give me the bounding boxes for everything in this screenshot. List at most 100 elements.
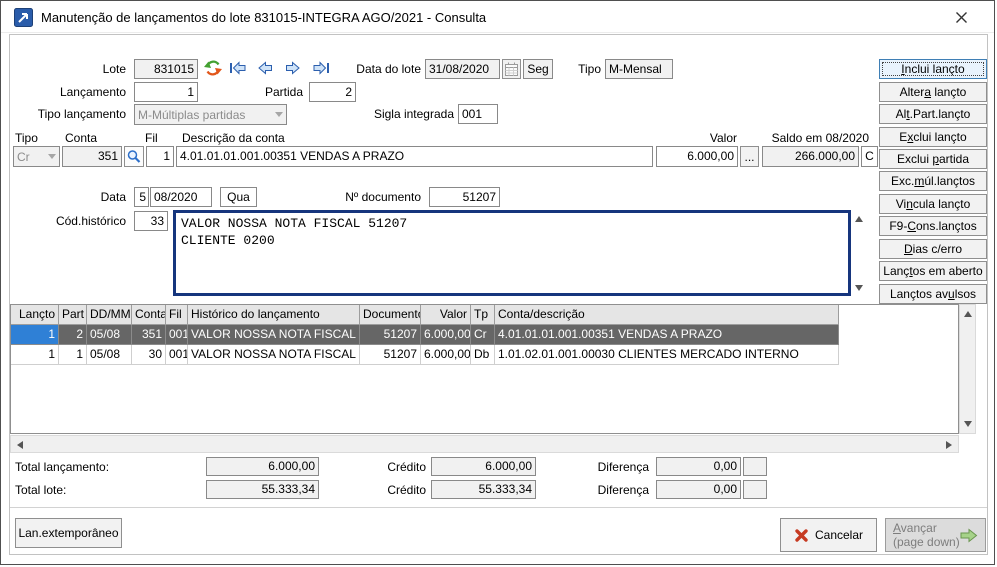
conta-valor-header: Valor <box>661 128 737 148</box>
previous-record-icon <box>257 60 273 76</box>
vincula-lancto-button[interactable]: Vincula lançto <box>879 194 987 214</box>
diferenca-label: Diferença <box>581 457 649 477</box>
valor-field[interactable]: 6.000,00 <box>656 146 738 167</box>
historico-scroll-down-button[interactable] <box>852 282 866 294</box>
table-row[interactable]: 1 1 05/08 30 001 VALOR NOSSA NOTA FISCAL… <box>11 345 958 365</box>
cell-documento: 51207 <box>360 345 421 365</box>
cell-ddmm: 05/08 <box>87 325 132 345</box>
nav-next-button[interactable] <box>283 59 303 77</box>
conta-tipo-dropdown[interactable]: Cr <box>13 146 60 167</box>
refresh-button[interactable] <box>202 57 224 79</box>
button-label: Exclui partida <box>897 152 969 166</box>
scroll-down-icon <box>964 421 972 427</box>
cod-historico-label: Cód.histórico <box>41 211 126 231</box>
descricao-conta-field[interactable]: 4.01.01.01.001.00351 VENDAS A PRAZO <box>176 146 653 167</box>
nav-last-button[interactable] <box>311 59 331 77</box>
conta-descricao-header: Descrição da conta <box>182 128 342 148</box>
data-label: Data <box>61 187 126 207</box>
documento-label: Nº documento <box>341 187 421 207</box>
button-label: Altera lançto <box>900 85 967 99</box>
lanctos-avulsos-button[interactable]: Lançtos avulsos <box>879 284 987 304</box>
dialog-window: Manutenção de lançamentos do lote 831015… <box>0 0 995 565</box>
sigla-integrada-field[interactable]: 001 <box>458 104 498 124</box>
conta-tipo-value: Cr <box>17 148 30 166</box>
scroll-right-icon <box>946 441 952 449</box>
tipo-label: Tipo <box>561 59 601 79</box>
cell-documento: 51207 <box>360 325 421 345</box>
bottom-separator <box>10 507 987 508</box>
conta-field[interactable]: 351 <box>62 146 122 167</box>
button-label: Lan.extemporâneo <box>18 526 118 540</box>
button-label: Lançtos em aberto <box>883 264 982 278</box>
tipo-lancamento-value: M-Múltiplas partidas <box>138 106 245 124</box>
total-lote-credito-field: 55.333,34 <box>431 480 536 499</box>
dias-c-erro-button[interactable]: Dias c/erro <box>879 239 987 259</box>
nav-previous-button[interactable] <box>255 59 275 77</box>
conta-search-button[interactable] <box>124 146 144 167</box>
diferenca-cd-box <box>743 457 767 476</box>
table-horizontal-scrollbar[interactable] <box>10 435 959 453</box>
exclui-partida-button[interactable]: Exclui partida <box>879 149 987 169</box>
tipo-field[interactable]: M-Mensal <box>605 59 673 79</box>
cell-conta: 351 <box>132 325 166 345</box>
valor-ellipsis-button[interactable]: ... <box>740 146 759 167</box>
total-lancamento-debito-field: 6.000,00 <box>206 457 319 476</box>
header-conta: Conta <box>132 305 166 325</box>
cell-tp: Cr <box>471 325 495 345</box>
f9-cons-lanctos-button[interactable]: F9-Cons.lançtos <box>879 216 987 236</box>
exclui-lancto-button[interactable]: Exclui lançto <box>879 127 987 147</box>
inclui-lancto-button[interactable]: Inclui lançto <box>879 59 987 79</box>
button-label: Vincula lançto <box>896 197 971 211</box>
lancamento-label: Lançamento <box>21 82 126 102</box>
lancamento-field[interactable]: 1 <box>134 82 198 102</box>
fil-field[interactable]: 1 <box>146 146 174 167</box>
title-bar: Manutenção de lançamentos do lote 831015… <box>1 1 994 33</box>
historico-textarea[interactable]: VALOR NOSSA NOTA FISCAL 51207 CLIENTE 02… <box>173 210 851 296</box>
avancar-button[interactable]: Avançar (page down) <box>885 518 986 552</box>
altera-lancto-button[interactable]: Altera lançto <box>879 82 987 102</box>
exc-mul-lanctos-button[interactable]: Exc.múl.lançtos <box>879 171 987 191</box>
green-arrow-right-icon <box>960 528 978 543</box>
button-label: Cancelar <box>815 528 863 542</box>
cancel-x-icon <box>794 528 809 543</box>
last-record-icon <box>313 60 330 76</box>
credito-label: Crédito <box>366 480 426 500</box>
button-label: Avançar (page down) <box>893 521 960 549</box>
table-vertical-scrollbar[interactable] <box>959 304 976 434</box>
scroll-up-icon <box>964 311 972 317</box>
table-row[interactable]: 1 2 05/08 351 001 VALOR NOSSA NOTA FISCA… <box>11 325 958 345</box>
saldo-cd-box: C <box>861 146 878 167</box>
lanctos-em-aberto-button[interactable]: Lançtos em aberto <box>879 261 987 281</box>
tipo-lancamento-dropdown[interactable]: M-Múltiplas partidas <box>134 104 287 125</box>
calendar-button[interactable] <box>502 59 521 79</box>
diferenca-label: Diferença <box>581 480 649 500</box>
lan-extemporaneo-button[interactable]: Lan.extemporâneo <box>15 518 122 548</box>
documento-field[interactable]: 51207 <box>429 187 500 207</box>
close-icon <box>955 11 968 24</box>
nav-first-button[interactable] <box>227 59 247 77</box>
total-lote-diferenca-field: 0,00 <box>656 480 741 499</box>
conta-conta-header: Conta <box>65 128 115 148</box>
data-do-lote-field[interactable]: 31/08/2020 <box>425 59 500 79</box>
header-ddmm: DD/MM <box>87 305 132 325</box>
total-lote-label: Total lote: <box>15 480 145 500</box>
historico-scroll-up-button[interactable] <box>852 213 866 225</box>
total-lancamento-label: Total lançamento: <box>15 457 145 477</box>
cell-historico: VALOR NOSSA NOTA FISCAL 51207 <box>188 325 360 345</box>
cell-valor: 6.000,00 <box>421 325 471 345</box>
alt-part-lancto-button[interactable]: Alt.Part.lançto <box>879 104 987 124</box>
partida-field[interactable]: 2 <box>309 82 356 102</box>
cell-valor: 6.000,00 <box>421 345 471 365</box>
saldo-field[interactable]: 266.000,00 <box>762 146 859 167</box>
cod-historico-field[interactable]: 33 <box>134 211 168 231</box>
cancelar-button[interactable]: Cancelar <box>780 518 877 552</box>
conta-fil-header: Fil <box>145 128 171 148</box>
cell-lancto: 1 <box>11 325 59 345</box>
weekday-lote-box: Seg <box>523 59 553 79</box>
data-dia-field[interactable]: 5 <box>134 187 149 207</box>
cell-fil: 001 <box>166 345 188 365</box>
data-mes-field[interactable]: 08/2020 <box>150 187 212 207</box>
lote-field[interactable]: 831015 <box>134 59 198 79</box>
credito-label: Crédito <box>366 457 426 477</box>
close-button[interactable] <box>947 4 975 30</box>
